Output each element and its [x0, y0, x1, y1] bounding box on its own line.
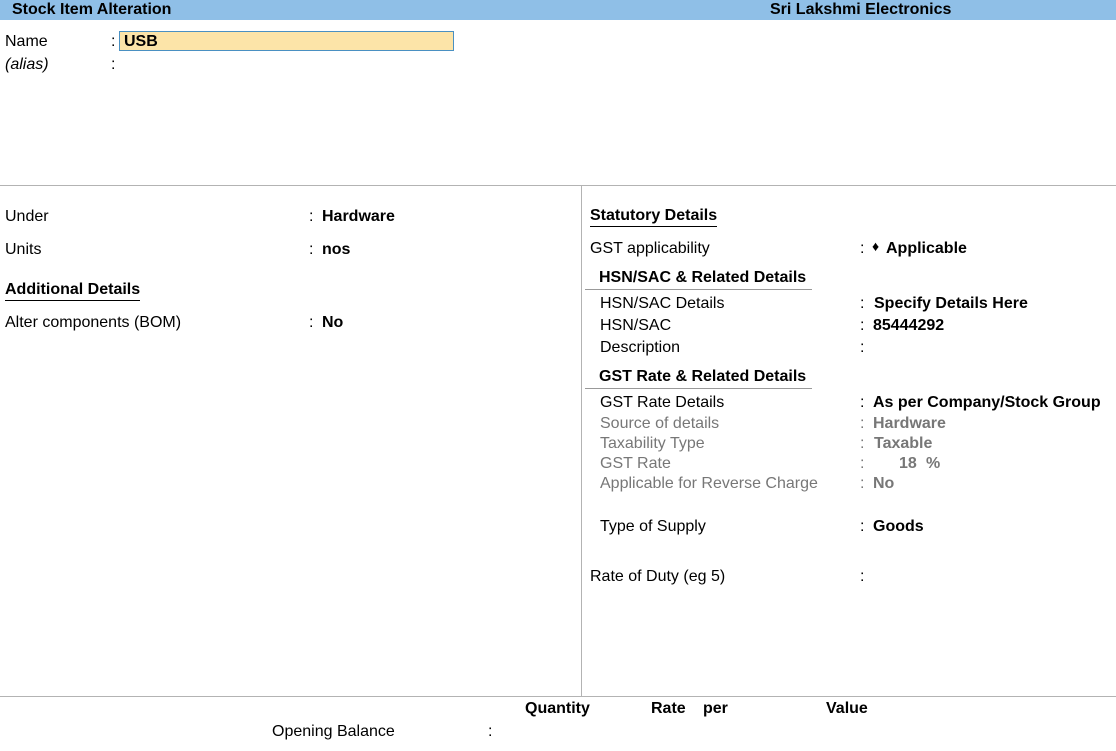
bottom-divider — [0, 696, 1116, 697]
per-header: per — [703, 700, 728, 717]
opening-balance-field[interactable] — [500, 722, 900, 742]
name-colon: : — [111, 33, 116, 50]
under-field[interactable]: Hardware — [322, 208, 395, 226]
gst-rate-details-colon: : — [860, 394, 865, 411]
name-label: Name — [5, 33, 48, 50]
source-of-details-value: Hardware — [873, 415, 946, 432]
additional-details-heading: Additional Details — [5, 281, 141, 301]
hsn-sac-details-label: HSN/SAC Details — [600, 295, 725, 312]
hsn-sac-details-colon: : — [860, 295, 865, 312]
hsn-sac-details-field[interactable]: Specify Details Here — [874, 295, 1028, 313]
statutory-details-heading: Statutory Details — [590, 207, 718, 227]
rate-of-duty-label: Rate of Duty (eg 5) — [590, 568, 726, 585]
gst-applicability-field[interactable]: Applicable — [886, 240, 967, 258]
gst-rate-details-field[interactable]: As per Company/Stock Group — [873, 394, 1101, 412]
taxability-type-label: Taxability Type — [600, 435, 705, 452]
screen-title: Stock Item Alteration — [12, 1, 172, 18]
opening-balance-label: Opening Balance — [272, 723, 395, 740]
hsn-sac-field[interactable]: 85444292 — [873, 317, 944, 335]
gst-rate-label: GST Rate — [600, 455, 671, 472]
company-name: Sri Lakshmi Electronics — [770, 1, 952, 18]
alias-label: (alias) — [5, 56, 49, 73]
under-label: Under — [5, 208, 49, 225]
type-of-supply-colon: : — [860, 518, 865, 535]
taxability-type-colon: : — [860, 435, 865, 452]
taxability-type-value: Taxable — [874, 435, 933, 452]
name-input[interactable]: USB — [119, 31, 454, 51]
hsn-sac-label: HSN/SAC — [600, 317, 672, 334]
units-colon: : — [309, 241, 314, 258]
rate-of-duty-field[interactable] — [873, 567, 1103, 587]
gst-applicability-label: GST applicability — [590, 240, 710, 257]
source-of-details-colon: : — [860, 415, 865, 432]
type-of-supply-label: Type of Supply — [600, 518, 706, 535]
bom-field[interactable]: No — [322, 314, 343, 332]
rate-of-duty-colon: : — [860, 568, 865, 585]
column-divider — [581, 185, 582, 696]
value-header: Value — [826, 700, 868, 717]
reverse-charge-label: Applicable for Reverse Charge — [600, 475, 818, 492]
reverse-charge-value: No — [873, 475, 895, 492]
units-field[interactable]: nos — [322, 241, 350, 259]
units-label: Units — [5, 241, 42, 258]
gst-rate-heading: GST Rate & Related Details — [585, 368, 813, 389]
source-of-details-label: Source of details — [600, 415, 720, 432]
alias-colon: : — [111, 56, 116, 73]
gst-applicability-colon: : — [860, 240, 865, 257]
bom-label: Alter components (BOM) — [5, 314, 182, 331]
bom-colon: : — [309, 314, 314, 331]
diamond-icon: ♦ — [872, 238, 880, 254]
hsn-sac-colon: : — [860, 317, 865, 334]
gst-rate-colon: : — [860, 455, 865, 472]
description-field[interactable] — [873, 338, 1103, 358]
type-of-supply-field[interactable]: Goods — [873, 518, 924, 536]
rate-header: Rate — [651, 700, 686, 717]
gst-rate-details-label: GST Rate Details — [600, 394, 725, 411]
description-colon: : — [860, 339, 865, 356]
description-label: Description — [600, 339, 681, 356]
gst-rate-unit: % — [926, 455, 941, 472]
opening-balance-colon: : — [488, 723, 493, 740]
gst-rate-value: 18 — [899, 455, 917, 472]
hsn-sac-heading: HSN/SAC & Related Details — [585, 269, 813, 290]
under-colon: : — [309, 208, 314, 225]
alias-input[interactable] — [123, 54, 453, 74]
top-divider — [0, 185, 1116, 186]
reverse-charge-colon: : — [860, 475, 865, 492]
quantity-header: Quantity — [525, 700, 590, 717]
